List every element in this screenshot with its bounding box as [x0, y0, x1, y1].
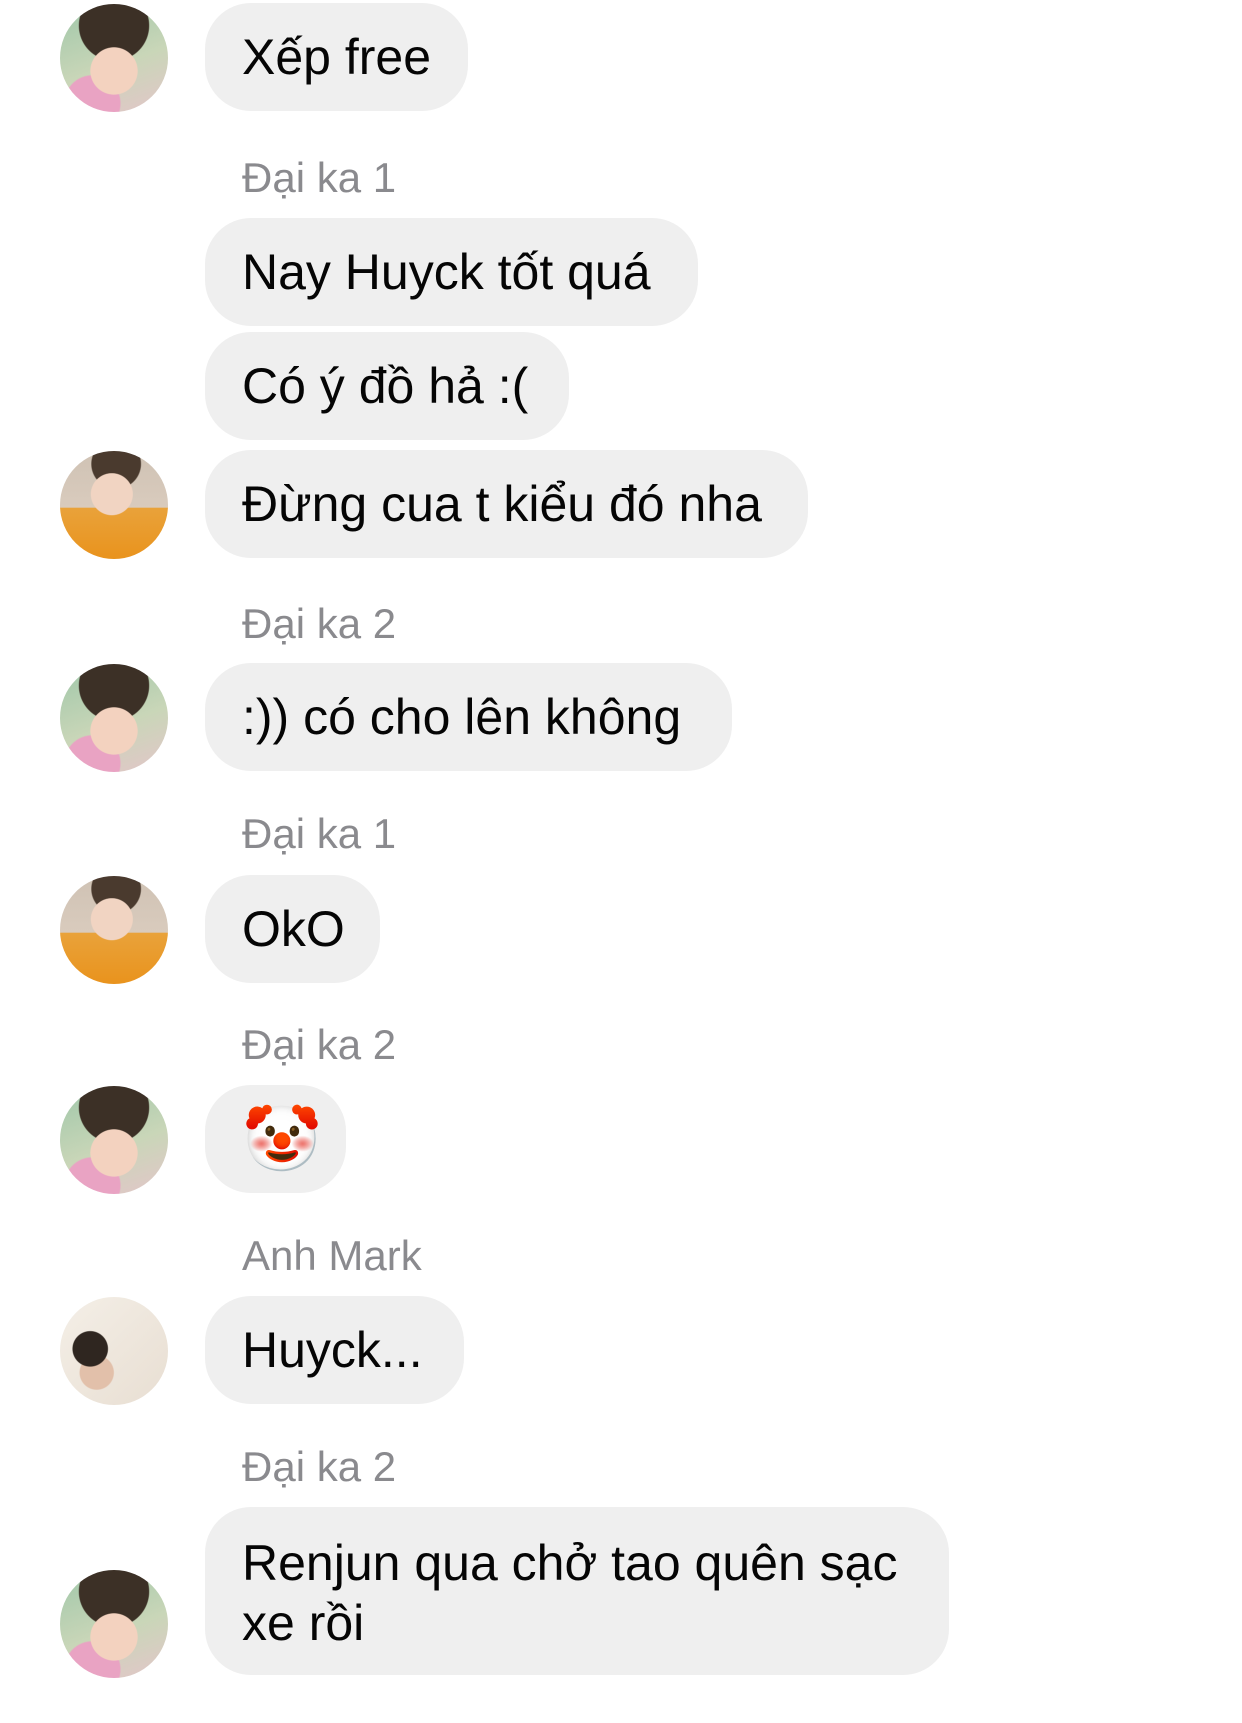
avatar-dai-ka-2[interactable] — [60, 4, 168, 112]
chat-thread: Xếp free Đại ka 1 Nay Huyck tốt quá Có ý… — [0, 0, 1242, 1723]
avatar-anh-mark[interactable] — [60, 1297, 168, 1405]
message-bubble[interactable]: :)) có cho lên không — [205, 663, 732, 771]
message-bubble[interactable]: Nay Huyck tốt quá — [205, 218, 698, 326]
avatar-dai-ka-2[interactable] — [60, 664, 168, 772]
message-bubble[interactable]: Có ý đồ hả :( — [205, 332, 569, 440]
message-bubble[interactable]: OkO — [205, 875, 380, 983]
avatar-dai-ka-1[interactable] — [60, 451, 168, 559]
sender-name: Đại ka 2 — [242, 1443, 397, 1490]
avatar-dai-ka-2[interactable] — [60, 1570, 168, 1678]
clown-emoji-icon: 🤡 — [242, 1102, 322, 1177]
sender-name: Anh Mark — [242, 1232, 422, 1279]
message-bubble[interactable]: 🤡 — [205, 1085, 346, 1193]
sender-name: Đại ka 1 — [242, 810, 397, 857]
avatar-dai-ka-2[interactable] — [60, 1086, 168, 1194]
message-bubble[interactable]: Đừng cua t kiểu đó nha — [205, 450, 808, 558]
sender-name: Đại ka 1 — [242, 154, 397, 201]
sender-name: Đại ka 2 — [242, 600, 397, 647]
message-bubble[interactable]: Renjun qua chở tao quên sạc xe rồi — [205, 1507, 949, 1675]
avatar-dai-ka-1[interactable] — [60, 876, 168, 984]
message-bubble[interactable]: Xếp free — [205, 3, 468, 111]
sender-name: Đại ka 2 — [242, 1021, 397, 1068]
message-bubble[interactable]: Huyck... — [205, 1296, 464, 1404]
